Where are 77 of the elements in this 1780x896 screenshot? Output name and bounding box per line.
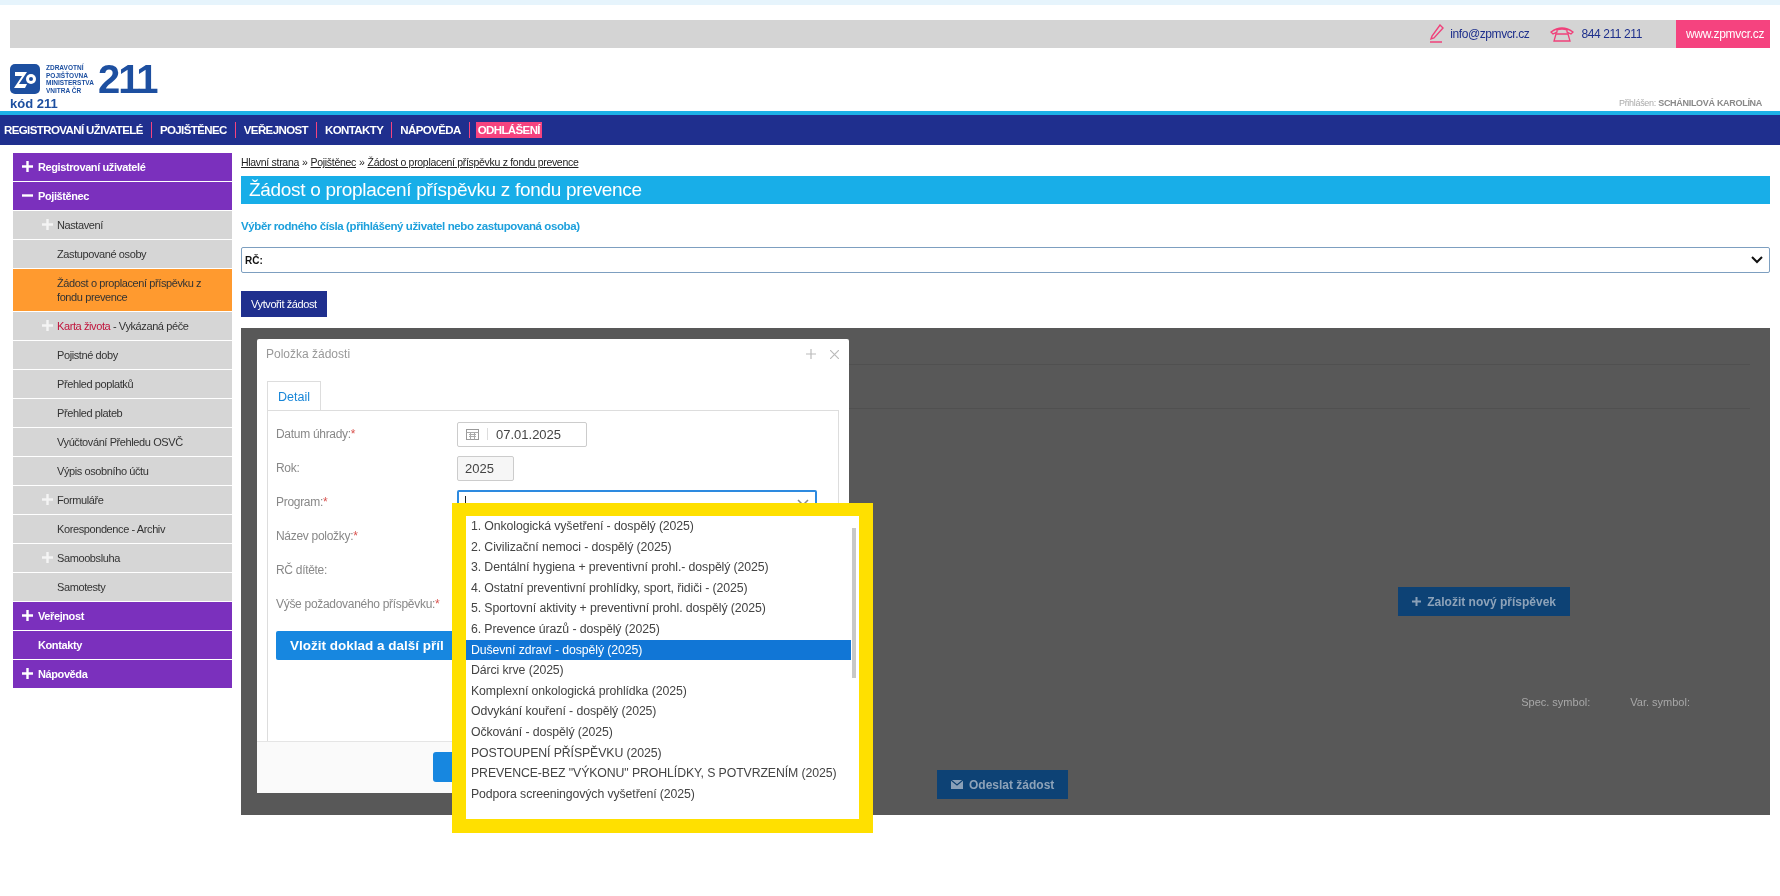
logged-in-label: Přihlášen: <box>1618 98 1656 108</box>
detail-tab[interactable]: Detail <box>267 381 321 411</box>
user-name: SCHÁNILOVÁ KAROLÍNA <box>1658 98 1762 108</box>
sidebar-item[interactable]: Formuláře <box>13 486 232 514</box>
sidebar-item[interactable]: Samotesty <box>13 573 232 601</box>
dropdown-option[interactable]: 1. Onkologická vyšetření - dospělý (2025) <box>466 516 851 537</box>
nav-link[interactable]: NÁPOVĚDA <box>398 122 463 138</box>
field-label: RČ dítěte: <box>276 563 329 577</box>
sidebar-item[interactable]: Přehled poplatků <box>13 370 232 398</box>
phone-number: 844 211 211 <box>1581 27 1642 41</box>
pen-icon <box>1428 24 1445 44</box>
sidebar-item[interactable]: Přehled plateb <box>13 399 232 427</box>
email-link[interactable]: info@zpmvcr.cz <box>1450 27 1530 41</box>
field-label: Název položky:* <box>276 529 359 543</box>
field-label: Datum úhrady:* <box>276 427 357 441</box>
dropdown-option[interactable]: Odvykání kouření - dospělý (2025) <box>466 701 851 722</box>
dropdown-option[interactable]: POSTOUPENÍ PŘÍSPĚVKU (2025) <box>466 742 851 764</box>
sidebar-item[interactable]: Nastavení <box>13 211 232 239</box>
field-label: Výše požadovaného příspěvku:* <box>276 597 441 611</box>
sidebar-item[interactable]: Korespondence - Archiv <box>13 515 232 543</box>
sidebar-item[interactable]: Vyúčtování Přehledu OSVČ <box>13 428 232 456</box>
chevron-icon <box>1751 256 1763 264</box>
dropdown-option[interactable]: Podpora screeningových vyšetření (2025) <box>466 783 851 805</box>
year-field[interactable]: 2025 <box>457 455 514 481</box>
close-icon[interactable] <box>830 349 839 359</box>
create-request-button[interactable]: Vytvořit žádost <box>241 291 327 317</box>
chevron-icon <box>797 498 809 506</box>
section-heading: Výběr rodného čísla (přihlášený uživatel nebo zastupovaná osoba) <box>241 220 581 232</box>
date-field[interactable]: 07.01.2025 <box>457 421 588 447</box>
sidebar-item[interactable]: Pojištěnec <box>13 182 232 210</box>
maximize-icon[interactable] <box>806 349 816 359</box>
sidebar-item[interactable]: Pojistné doby <box>13 341 232 369</box>
sidebar-item[interactable]: Samoobsluha <box>13 544 232 572</box>
sidebar-item[interactable]: Žádost o proplacení příspěvku z fondu prevence <box>13 269 232 311</box>
dropdown-option[interactable]: 4. Ostatní preventivní prohlídky, sport, řidiči - (2025) <box>466 577 851 599</box>
dropdown-option[interactable]: 2. Civilizační nemoci - dospělý (2025) <box>466 536 851 558</box>
website-link[interactable]: www.zpmvcr.cz <box>1676 20 1770 48</box>
breadcrumb-link[interactable]: Pojištěnec <box>310 156 356 168</box>
sidebar-item[interactable]: Kontakty <box>13 631 232 659</box>
sidebar-item[interactable]: Veřejnost <box>13 602 232 630</box>
nav-link[interactable]: VEŘEJNOST <box>241 122 310 138</box>
sidebar-item[interactable]: Zastupované osoby <box>13 240 232 268</box>
add-contribution-button[interactable]: Založit nový příspěvek <box>1398 587 1570 616</box>
dropdown-option[interactable]: PREVENCE-BEZ "VÝKONU" PROHLÍDKY, S POTVRZENÍM (2025) <box>466 763 851 784</box>
logo-icon <box>10 64 40 94</box>
dropdown-option[interactable]: Dárci krve (2025) <box>466 660 851 681</box>
plus-icon <box>1412 597 1422 606</box>
field-label: Spec. symbol: <box>1521 696 1591 708</box>
code-label: kód 211 <box>10 97 59 110</box>
rc-select[interactable]: RČ: <box>241 247 1770 273</box>
modal-title: Položka žádosti <box>266 347 351 361</box>
dropdown-option[interactable]: Očkování - dospělý (2025) <box>466 721 851 743</box>
envelope-icon <box>951 780 963 789</box>
nav-link[interactable]: POJIŠTĚNEC <box>157 122 229 138</box>
nav-link[interactable]: KONTAKTY <box>323 122 386 138</box>
field-label: Program:* <box>276 495 329 509</box>
nav-link[interactable]: REGISTROVANÍ UŽIVATELÉ <box>2 122 145 138</box>
dropdown-option[interactable]: Komplexní onkologická prohlídka (2025) <box>466 680 851 702</box>
scrollbar[interactable] <box>852 528 856 678</box>
logo-number: 211 <box>97 61 157 97</box>
nav-link[interactable]: ODHLÁŠENÍ <box>475 122 542 138</box>
sidebar-item[interactable]: Karta života - Vykázaná péče <box>13 312 232 340</box>
breadcrumb-link[interactable]: Žádost o proplacení příspěvku z fondu prevence <box>367 156 579 168</box>
sidebar-item[interactable]: Registrovaní uživatelé <box>13 153 232 181</box>
sidebar-item[interactable]: Výpis osobního účtu <box>13 457 232 485</box>
page-title: Žádost o proplacení příspěvku z fondu prevence <box>241 176 1770 204</box>
breadcrumb-separator: » <box>358 156 365 168</box>
dropdown-option[interactable]: 5. Sportovní aktivity + preventivní prohl. dospělý (2025) <box>466 598 851 619</box>
dropdown-option[interactable]: 3. Dentální hygiena + preventivní prohl.- dospělý (2025) <box>466 557 851 578</box>
sidebar-item[interactable]: Nápověda <box>13 660 232 688</box>
field-label: Rok: <box>276 461 301 475</box>
breadcrumb-link[interactable]: Hlavní strana <box>241 156 299 168</box>
dropdown-option[interactable]: Duševní zdraví - dospělý (2025) <box>466 639 851 661</box>
field-label: Var. symbol: <box>1630 696 1690 708</box>
phone-icon <box>1549 26 1576 42</box>
send-request-button[interactable]: Odeslat žádost <box>937 770 1069 799</box>
breadcrumb-separator: » <box>301 156 308 168</box>
